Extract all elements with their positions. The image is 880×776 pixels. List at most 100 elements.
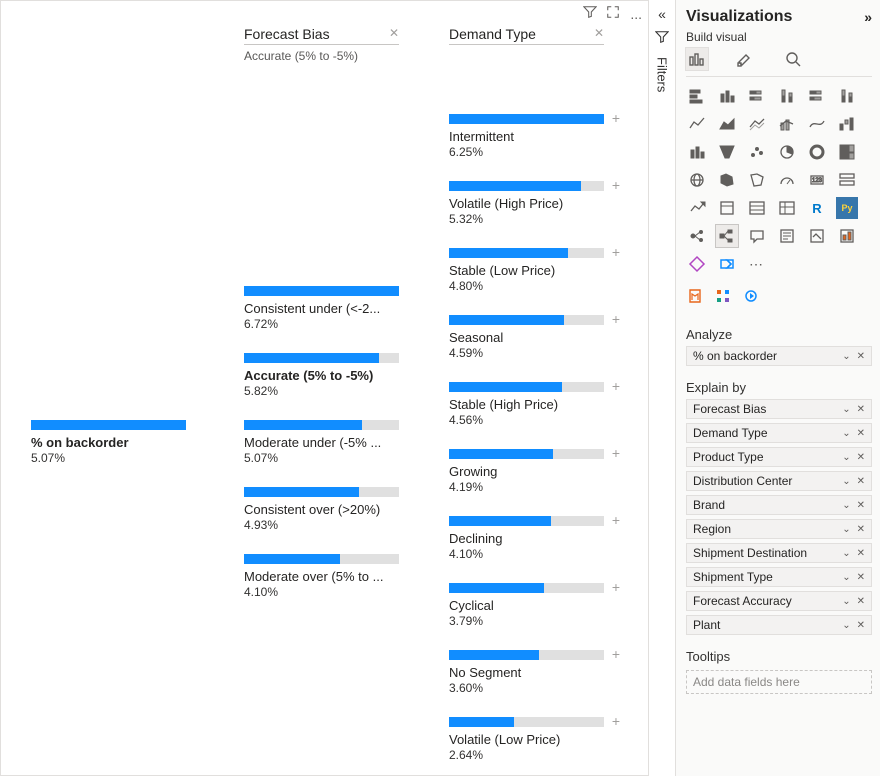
viz-type-qna[interactable]: [746, 225, 768, 247]
appsource-icon[interactable]: [686, 287, 704, 305]
expand-node-icon[interactable]: +: [612, 448, 620, 458]
viz-type-globe[interactable]: [686, 169, 708, 191]
remove-field-icon[interactable]: ✕: [857, 524, 865, 535]
filter-icon[interactable]: [583, 6, 601, 22]
chevron-down-icon[interactable]: ⌄: [842, 428, 850, 439]
column-header-forecast-bias[interactable]: Forecast Bias ✕: [244, 26, 399, 45]
expand-filters-icon[interactable]: «: [658, 6, 666, 22]
tree-node[interactable]: Accurate (5% to -5%)5.82%: [244, 353, 399, 398]
remove-field-icon[interactable]: ✕: [857, 404, 865, 415]
chevron-down-icon[interactable]: ⌄: [842, 572, 850, 583]
viz-type-hbar[interactable]: [686, 85, 708, 107]
chevron-down-icon[interactable]: ⌄: [842, 620, 850, 631]
chevron-down-icon[interactable]: ⌄: [842, 404, 850, 415]
tree-root-node[interactable]: % on backorder 5.07%: [31, 420, 186, 465]
tree-node[interactable]: +Declining4.10%: [449, 516, 604, 561]
remove-field-icon[interactable]: ✕: [857, 500, 865, 511]
tree-node[interactable]: +Growing4.19%: [449, 449, 604, 494]
chevron-down-icon[interactable]: ⌄: [842, 596, 850, 607]
remove-column-icon[interactable]: ✕: [586, 26, 604, 40]
viz-type-hstack[interactable]: [746, 85, 768, 107]
viz-type-kpi[interactable]: [686, 197, 708, 219]
collapse-pane-icon[interactable]: »: [864, 9, 872, 25]
build-visual-tab[interactable]: [686, 48, 708, 70]
remove-field-icon[interactable]: ✕: [857, 351, 865, 362]
viz-type-goals[interactable]: [806, 225, 828, 247]
remove-field-icon[interactable]: ✕: [857, 548, 865, 559]
viz-type-scatter[interactable]: [746, 141, 768, 163]
viz-type-decomp[interactable]: [716, 225, 738, 247]
viz-type-narr[interactable]: [776, 225, 798, 247]
analyze-field-pill[interactable]: % on backorder ⌄ ✕: [686, 346, 872, 366]
viz-type-keyinfl[interactable]: [686, 225, 708, 247]
viz-type-vbar2[interactable]: [686, 141, 708, 163]
tree-node[interactable]: Moderate under (-5% ...5.07%: [244, 420, 399, 465]
tree-node[interactable]: +Volatile (High Price)5.32%: [449, 181, 604, 226]
viz-type-donut[interactable]: [806, 141, 828, 163]
viz-type-multirow[interactable]: [836, 169, 858, 191]
viz-type-score[interactable]: [836, 225, 858, 247]
viz-type-area[interactable]: [716, 113, 738, 135]
expand-node-icon[interactable]: +: [612, 180, 620, 190]
tree-node[interactable]: +Cyclical3.79%: [449, 583, 604, 628]
viz-type-line[interactable]: [686, 113, 708, 135]
viz-type-filledmap[interactable]: [716, 169, 738, 191]
tree-node[interactable]: +Stable (High Price)4.56%: [449, 382, 604, 427]
tree-node[interactable]: Consistent over (>20%)4.93%: [244, 487, 399, 532]
pin-visual-icon[interactable]: [742, 287, 760, 305]
chevron-down-icon[interactable]: ⌄: [842, 500, 850, 511]
viz-type-pie[interactable]: [776, 141, 798, 163]
remove-column-icon[interactable]: ✕: [381, 26, 399, 40]
explain-field-pill[interactable]: Region⌄✕: [686, 519, 872, 539]
chevron-down-icon[interactable]: ⌄: [842, 548, 850, 559]
tree-node[interactable]: +No Segment3.60%: [449, 650, 604, 695]
analytics-tab[interactable]: [782, 48, 804, 70]
viz-type-card[interactable]: 123: [806, 169, 828, 191]
remove-field-icon[interactable]: ✕: [857, 620, 865, 631]
viz-type-shapemap[interactable]: [746, 169, 768, 191]
tree-node[interactable]: +Seasonal4.59%: [449, 315, 604, 360]
viz-type-Py[interactable]: Py: [836, 197, 858, 219]
tooltips-drop-target[interactable]: Add data fields here: [686, 670, 872, 694]
viz-type-funnel[interactable]: [716, 141, 738, 163]
viz-type-hstack2[interactable]: [806, 85, 828, 107]
viz-type-vstack2[interactable]: [836, 85, 858, 107]
explain-field-pill[interactable]: Product Type⌄✕: [686, 447, 872, 467]
format-visual-tab[interactable]: [734, 48, 756, 70]
viz-type-slicer[interactable]: [716, 197, 738, 219]
get-visuals-icon[interactable]: [714, 287, 732, 305]
viz-type-vbar[interactable]: [716, 85, 738, 107]
focus-mode-icon[interactable]: [606, 6, 624, 22]
expand-node-icon[interactable]: +: [612, 515, 620, 525]
remove-field-icon[interactable]: ✕: [857, 452, 865, 463]
tree-node[interactable]: +Intermittent6.25%: [449, 114, 604, 159]
explain-field-pill[interactable]: Forecast Bias⌄✕: [686, 399, 872, 419]
expand-node-icon[interactable]: +: [612, 381, 620, 391]
expand-node-icon[interactable]: +: [612, 314, 620, 324]
viz-type-matrix[interactable]: [776, 197, 798, 219]
chevron-down-icon[interactable]: ⌄: [842, 452, 850, 463]
tree-node[interactable]: Consistent under (<-2...6.72%: [244, 286, 399, 331]
tree-node[interactable]: Moderate over (5% to ...4.10%: [244, 554, 399, 599]
viz-type-R[interactable]: R: [806, 197, 828, 219]
viz-type-ribbon[interactable]: [806, 113, 828, 135]
explain-field-pill[interactable]: Demand Type⌄✕: [686, 423, 872, 443]
explain-field-pill[interactable]: Shipment Type⌄✕: [686, 567, 872, 587]
tree-node[interactable]: +Stable (Low Price)4.80%: [449, 248, 604, 293]
viz-type-flow[interactable]: [716, 253, 738, 275]
remove-field-icon[interactable]: ✕: [857, 572, 865, 583]
more-options-icon[interactable]: ...: [630, 6, 642, 22]
remove-field-icon[interactable]: ✕: [857, 428, 865, 439]
chevron-down-icon[interactable]: ⌄: [842, 524, 850, 535]
explain-field-pill[interactable]: Shipment Destination⌄✕: [686, 543, 872, 563]
expand-node-icon[interactable]: +: [612, 113, 620, 123]
viz-type-diamond[interactable]: [686, 253, 708, 275]
chevron-down-icon[interactable]: ⌄: [842, 476, 850, 487]
viz-type-table[interactable]: [746, 197, 768, 219]
explain-field-pill[interactable]: Brand⌄✕: [686, 495, 872, 515]
remove-field-icon[interactable]: ✕: [857, 476, 865, 487]
decomposition-tree-visual[interactable]: ... Forecast Bias ✕ Accurate (5% to -5%)…: [0, 0, 649, 776]
viz-type-combo[interactable]: [776, 113, 798, 135]
expand-node-icon[interactable]: +: [612, 247, 620, 257]
viz-type-linea[interactable]: [746, 113, 768, 135]
